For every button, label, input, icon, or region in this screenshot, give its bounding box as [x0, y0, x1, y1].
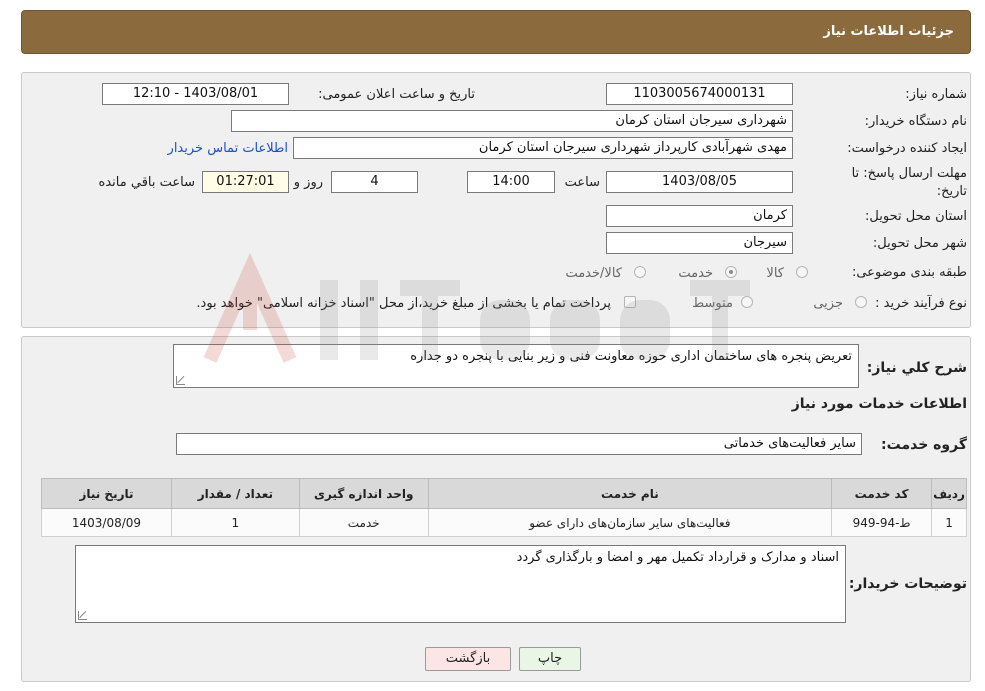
col-need-date: تاريخ نياز	[41, 478, 172, 509]
category-option-goods-service: کالا/خدمت	[565, 266, 622, 281]
back-button[interactable]: بازگشت	[425, 647, 511, 671]
delivery-province-field[interactable]: کرمان	[606, 205, 793, 227]
col-row: رديف	[931, 478, 967, 509]
requester-label: ایجاد کننده درخواست:	[847, 141, 967, 156]
need-number-label: شماره نیاز:	[905, 87, 967, 102]
cell-unit: خدمت	[298, 508, 429, 537]
resize-grip-icon[interactable]	[78, 611, 87, 620]
table-header-row: رديف کد خدمت نام خدمت واحد اندازه گيری ت…	[41, 478, 967, 509]
purchase-type-label: نوع فرآیند خرید :	[875, 296, 967, 311]
buyer-contact-link[interactable]: اطلاعات تماس خریدار	[168, 141, 288, 156]
remaining-time-label: ساعت باقي مانده	[98, 175, 195, 190]
purchase-radio-medium[interactable]	[741, 296, 753, 308]
col-service-code: کد خدمت	[831, 478, 933, 509]
cell-quantity: 1	[170, 508, 300, 537]
buyer-notes-text: اسناد و مدارک و قرارداد تکمیل مهر و امضا…	[516, 550, 839, 565]
category-radio-goods[interactable]	[796, 266, 808, 278]
print-button[interactable]: چاپ	[519, 647, 581, 671]
deadline-date-field[interactable]: 1403/08/05	[606, 171, 793, 193]
delivery-city-label: شهر محل تحویل:	[872, 236, 967, 251]
category-label: طبقه بندی موضوعی:	[851, 265, 967, 280]
cell-service-code: ط-94-949	[831, 508, 933, 537]
cell-row: 1	[931, 508, 967, 537]
category-radio-service[interactable]	[725, 266, 737, 278]
services-title: اطلاعات خدمات مورد نياز	[791, 396, 967, 412]
cell-need-date: 1403/08/09	[41, 508, 172, 537]
table-row: 1 ط-94-949 فعالیت‌های سایر سازمان‌های دا…	[41, 508, 967, 537]
deadline-time-field[interactable]: 14:00	[467, 171, 555, 193]
category-radio-goods-service[interactable]	[634, 266, 646, 278]
deadline-label: مهلت ارسال پاسخ: تا	[851, 166, 967, 181]
treasury-checkbox[interactable]	[624, 296, 636, 308]
description-text: تعریض پنجره های ساختمان اداری حوزه معاون…	[410, 349, 852, 364]
service-group-label: گروه خدمت:	[881, 437, 967, 453]
service-group-field[interactable]: سایر فعالیت‌های خدماتی	[176, 433, 862, 455]
buyer-notes-label: توضيحات خريدار:	[848, 576, 967, 592]
delivery-province-label: استان محل تحویل:	[865, 209, 967, 224]
page-header: جزئیات اطلاعات نیاز	[21, 10, 971, 54]
page-title: جزئیات اطلاعات نیاز	[823, 24, 954, 39]
purchase-option-medium: متوسط	[692, 296, 733, 311]
deadline-time-label: ساعت	[564, 175, 600, 190]
col-service-name: نام خدمت	[427, 478, 833, 509]
treasury-note: پرداخت تمام یا بخشی از مبلغ خرید،از محل …	[196, 296, 611, 311]
purchase-radio-minor[interactable]	[855, 296, 867, 308]
announce-datetime-label: تاریخ و ساعت اعلان عمومی:	[318, 87, 475, 102]
category-option-service: خدمت	[678, 266, 713, 281]
services-table: رديف کد خدمت نام خدمت واحد اندازه گيری ت…	[41, 478, 967, 537]
deadline-label-date: تاریخ:	[936, 184, 967, 199]
category-option-goods: کالا	[766, 266, 784, 281]
resize-grip-icon[interactable]	[176, 376, 185, 385]
buyer-org-field[interactable]: شهرداری سیرجان استان کرمان	[231, 110, 793, 132]
remaining-time-field: 01:27:01	[202, 171, 289, 193]
description-label: شرح کلي نياز:	[866, 360, 967, 376]
days-field[interactable]: 4	[331, 171, 418, 193]
need-number-field[interactable]: 1103005674000131	[606, 83, 793, 105]
purchase-option-minor: جزیی	[813, 296, 843, 311]
col-unit: واحد اندازه گيری	[298, 478, 429, 509]
requester-field[interactable]: مهدی شهرآبادی کارپرداز شهرداری سیرجان اس…	[293, 137, 793, 159]
buyer-org-label: نام دستگاه خریدار:	[864, 114, 967, 129]
description-textarea[interactable]: تعریض پنجره های ساختمان اداری حوزه معاون…	[173, 344, 859, 388]
col-quantity: تعداد / مقدار	[170, 478, 300, 509]
days-label: روز و	[293, 175, 323, 190]
buyer-notes-textarea[interactable]: اسناد و مدارک و قرارداد تکمیل مهر و امضا…	[75, 545, 846, 623]
delivery-city-field[interactable]: سیرجان	[606, 232, 793, 254]
cell-service-name: فعالیت‌های سایر سازمان‌های دارای عضو	[427, 508, 833, 537]
announce-datetime-field[interactable]: 1403/08/01 - 12:10	[102, 83, 289, 105]
